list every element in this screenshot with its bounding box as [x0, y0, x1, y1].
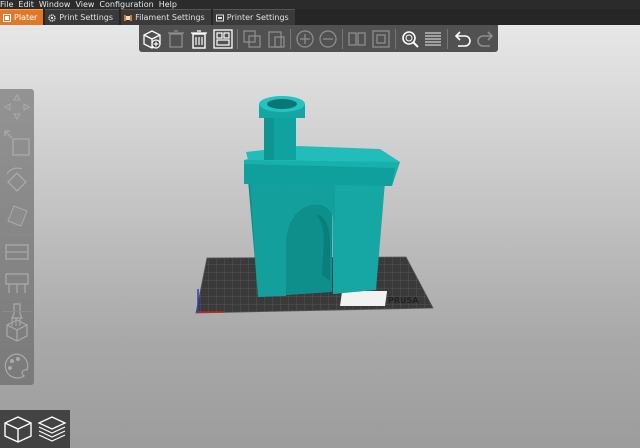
paste-icon: [268, 30, 285, 48]
toolbar-separator: [237, 28, 239, 49]
place-on-face-icon: [7, 205, 28, 227]
copy-icon: [243, 29, 261, 48]
place-on-face-button[interactable]: [0, 199, 34, 233]
hollow-tool-button[interactable]: [0, 313, 34, 347]
3d-model[interactable]: [244, 96, 400, 297]
tab-plater-label: Plater: [14, 13, 38, 22]
axes-indicator: [197, 289, 224, 313]
split-objects-icon: [348, 31, 366, 46]
paste-button[interactable]: [264, 27, 288, 51]
menu-file[interactable]: File: [0, 0, 17, 9]
preview-layers-icon: [37, 416, 67, 442]
top-toolbar: [139, 25, 498, 52]
hollow-icon: [6, 319, 28, 342]
multimaterial-painting-icon: [4, 353, 29, 379]
delete-icon: [167, 29, 184, 48]
preview-button[interactable]: [35, 412, 69, 446]
view-switch: [0, 410, 70, 448]
split-objects-button[interactable]: [345, 27, 369, 51]
tab-filament-settings[interactable]: Filament Settings: [121, 9, 211, 25]
tab-printer-settings[interactable]: Printer Settings: [212, 9, 295, 25]
rotate-icon: [6, 167, 27, 192]
add-instance-icon: [295, 29, 314, 48]
tab-print-settings[interactable]: Print Settings: [45, 9, 120, 25]
menu-view[interactable]: View: [75, 0, 98, 9]
tab-plater[interactable]: Plater: [0, 9, 44, 25]
toolbar-divider: [2, 311, 32, 312]
remove-instance-icon: [319, 29, 337, 48]
toolbar-separator: [342, 28, 344, 49]
filament-spool-icon: [124, 14, 133, 22]
add-instance-button[interactable]: [293, 27, 317, 51]
menu-window[interactable]: Window: [39, 0, 75, 9]
3d-viewport[interactable]: PRUSA: [0, 0, 640, 448]
cut-icon: [5, 244, 29, 260]
add-icon: [143, 29, 161, 49]
multimaterial-painting-button[interactable]: [0, 349, 34, 383]
layers-editing-button[interactable]: [422, 27, 446, 51]
gear-icon: [48, 13, 56, 22]
menu-help[interactable]: Help: [159, 0, 181, 9]
delete-button[interactable]: [164, 27, 188, 51]
bed-logo: PRUSA: [339, 291, 419, 306]
move-icon: [4, 94, 30, 120]
menu-bar: File Edit Window View Configuration Help: [0, 0, 640, 9]
toolbar-separator: [447, 28, 449, 49]
plater-icon: [3, 13, 11, 22]
arrange-icon: [213, 28, 233, 49]
layers-editing-icon: [425, 31, 442, 46]
print-bed: [195, 256, 434, 314]
delete-all-button[interactable]: [188, 27, 212, 51]
toolbar-separator: [289, 28, 291, 49]
split-parts-icon: [372, 29, 390, 48]
copy-button[interactable]: [240, 27, 264, 51]
paint-supports-button[interactable]: [0, 269, 34, 299]
redo-button[interactable]: [474, 27, 498, 51]
paint-supports-icon: [5, 273, 29, 293]
tab-bar: Plater Print Settings Filament Settings …: [0, 9, 640, 25]
move-tool-button[interactable]: [0, 91, 34, 123]
split-parts-button[interactable]: [369, 27, 393, 51]
undo-icon: [455, 30, 471, 47]
menu-configuration[interactable]: Configuration: [99, 0, 157, 9]
search-button[interactable]: [398, 27, 422, 51]
svg-text:PRUSA: PRUSA: [388, 296, 419, 305]
scale-icon: [4, 130, 30, 156]
search-icon: [401, 30, 419, 48]
scale-tool-button[interactable]: [0, 127, 34, 159]
3d-view-icon: [4, 416, 32, 443]
redo-icon: [477, 30, 494, 47]
toolbar-divider: [2, 235, 32, 236]
tab-printer-settings-label: Printer Settings: [226, 13, 289, 22]
delete-all-icon: [191, 29, 208, 49]
3d-view-button[interactable]: [1, 412, 35, 446]
tab-print-settings-label: Print Settings: [59, 13, 114, 22]
toolbar-separator: [394, 28, 396, 49]
undo-button[interactable]: [450, 27, 474, 51]
arrange-button[interactable]: [211, 27, 235, 51]
add-button[interactable]: [140, 27, 164, 51]
menu-edit[interactable]: Edit: [18, 0, 38, 9]
remove-instance-button[interactable]: [316, 27, 340, 51]
tab-filament-settings-label: Filament Settings: [135, 13, 205, 22]
printer-icon: [215, 14, 224, 22]
cut-tool-button[interactable]: [0, 237, 34, 267]
left-gizmo-toolbar: [0, 89, 34, 385]
rotate-tool-button[interactable]: [0, 163, 34, 197]
